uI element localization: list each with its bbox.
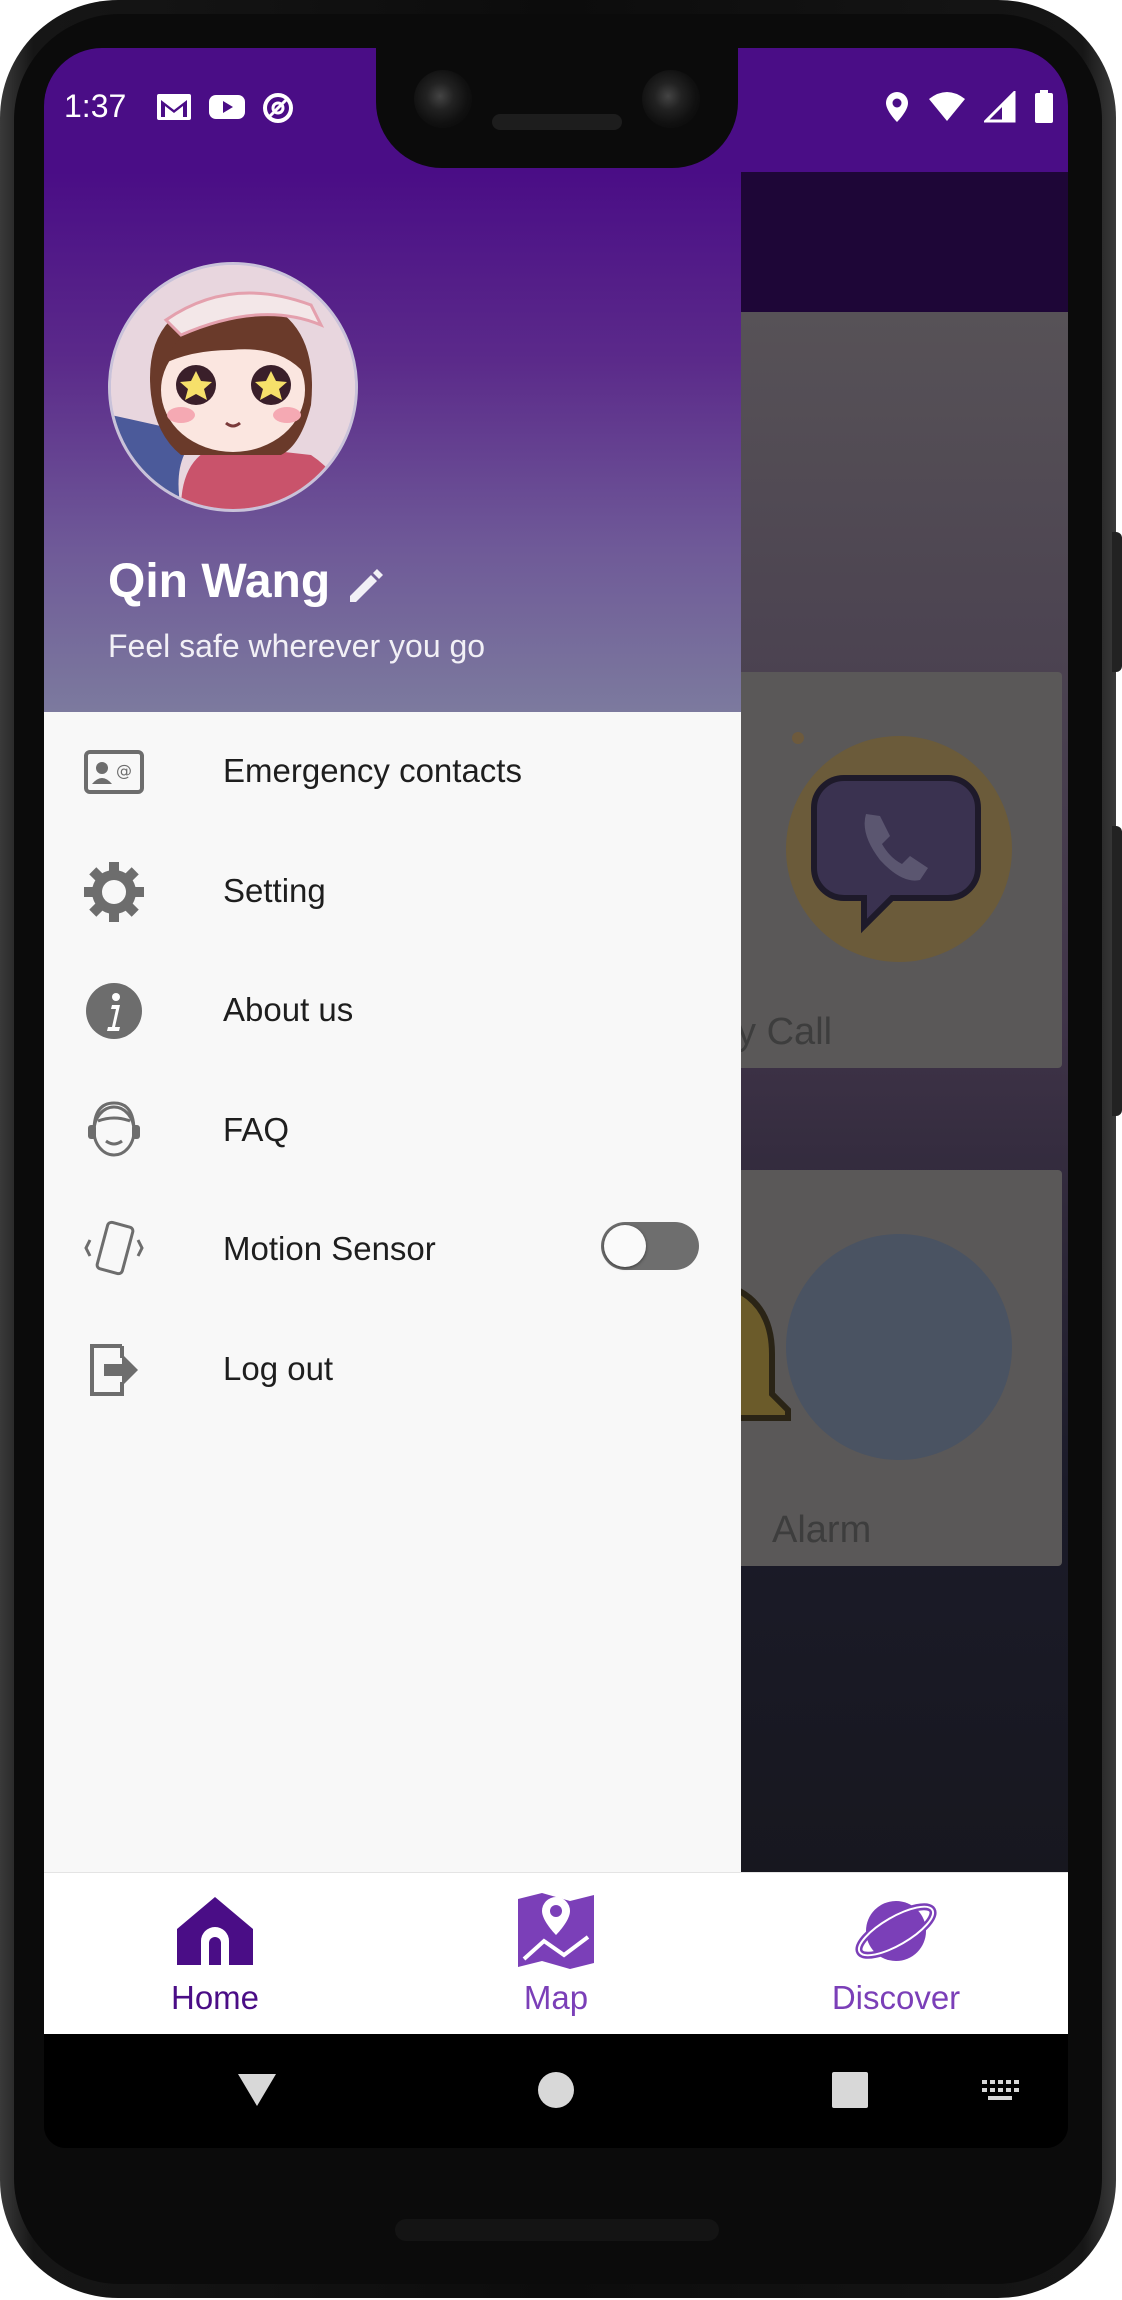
status-time: 1:37 [64,88,127,124]
location-icon [886,92,908,122]
svg-text:@: @ [116,761,132,780]
front-camera [414,70,472,128]
menu-item-label: About us [223,991,354,1028]
card-icon-circle [786,1234,1012,1460]
volume-button [1112,826,1122,1116]
camera-notch [376,48,738,168]
bottom-speaker [395,2219,719,2241]
menu-item-faq[interactable]: FAQ [44,1071,741,1191]
nav-label: Map [523,1979,589,2016]
screen: rgency Call Alarm 1:37 [44,48,1068,2148]
logout-icon [90,1343,138,1396]
system-navigation-bar [44,2034,1068,2148]
power-button [1112,532,1122,672]
status-bar: 1:37 [44,48,1068,172]
nav-home[interactable]: Home [44,1873,386,2035]
drawer-menu: @ Emergency contacts Setting About us FA… [44,712,741,1429]
menu-item-label: FAQ [223,1110,290,1148]
wifi-icon [929,92,965,121]
nav-discover[interactable]: Discover [726,1873,1066,2035]
do-not-disturb-icon [263,93,293,123]
home-circle-icon[interactable] [538,2072,574,2108]
home-icon [177,1897,253,1965]
gear-icon [84,861,144,922]
youtube-icon [209,95,245,119]
menu-item-emergency-contacts[interactable]: @ Emergency contacts [44,712,741,832]
nav-map[interactable]: Map [386,1873,726,2035]
menu-item-label: Setting [223,871,326,909]
nav-label: Discover [831,1979,961,2016]
contact-card-icon: @ [84,750,144,794]
info-icon [86,983,142,1039]
call-bubble-icon [811,775,981,934]
menu-item-setting[interactable]: Setting [44,832,741,952]
pencil-icon[interactable] [344,564,386,606]
cellular-signal-icon [984,91,1016,123]
support-agent-icon [88,1100,140,1156]
status-system-icons [884,90,1054,124]
toggle-knob [604,1225,646,1267]
phone-vibrate-icon [84,1220,144,1276]
profile-name: Qin Wang [108,555,331,608]
battery-icon [1035,90,1053,123]
profile-tagline: Feel safe wherever you go [108,628,486,664]
motion-sensor-toggle[interactable] [601,1222,699,1270]
bottom-navigation: Home Map Discover [44,1872,1068,2035]
gmail-icon [157,94,191,120]
keyboard-icon[interactable] [980,2078,1020,2102]
alarm-card-label: Alarm [772,1509,872,1551]
back-triangle-icon[interactable] [236,2072,278,2108]
drawer-header: Qin Wang Feel safe wherever you go [44,172,741,712]
menu-item-log-out[interactable]: Log out [44,1310,741,1430]
menu-item-motion-sensor: Motion Sensor [44,1190,741,1310]
avatar[interactable] [108,262,358,512]
avatar-illustration [111,265,355,509]
menu-item-label: Log out [223,1349,334,1387]
recents-square-icon[interactable] [832,2072,868,2108]
menu-item-about-us[interactable]: About us [44,951,741,1071]
menu-item-label: Motion Sensor [223,1230,436,1267]
navigation-drawer: Qin Wang Feel safe wherever you go @ Eme… [44,172,741,1872]
status-notification-icons [156,92,294,124]
menu-item-label: Emergency contacts [223,752,522,789]
earpiece [492,114,622,130]
planet-icon [855,1901,937,1961]
nav-label: Home [170,1979,260,2016]
map-pin-icon [518,1893,594,1969]
phone-frame: rgency Call Alarm 1:37 [0,0,1122,2298]
front-camera [642,70,700,128]
